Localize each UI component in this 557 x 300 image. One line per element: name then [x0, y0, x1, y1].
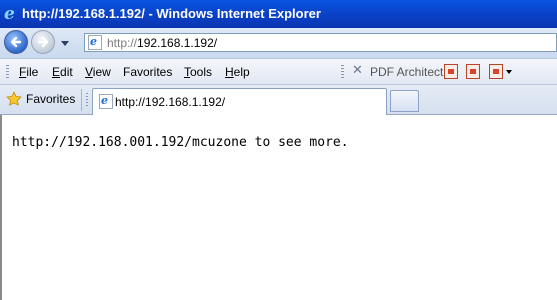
page-message: http://192.168.001.192/mcuzone to see mo…: [12, 135, 349, 150]
menu-edit[interactable]: Edit: [52, 65, 73, 79]
url-host: 192.168.1.192/: [137, 36, 218, 50]
pdf-options-dropdown-icon[interactable]: [506, 70, 512, 74]
tab-active[interactable]: e http://192.168.1.192/: [92, 88, 387, 115]
favorites-star-icon[interactable]: [6, 91, 22, 107]
new-tab-button[interactable]: [390, 90, 419, 112]
page-content: http://192.168.001.192/mcuzone to see mo…: [0, 115, 557, 300]
toolbar-grip[interactable]: [86, 93, 88, 107]
menu-view[interactable]: View: [85, 65, 111, 79]
favorites-button[interactable]: Favorites: [26, 92, 75, 106]
menu-bar: File Edit View Favorites Tools Help ✕ PD…: [0, 58, 557, 85]
address-url[interactable]: http://192.168.1.192/: [107, 36, 217, 50]
title-bar[interactable]: e http://192.168.1.192/ - Windows Intern…: [0, 0, 557, 28]
ie-logo-icon: e: [4, 4, 15, 24]
forward-button[interactable]: [31, 30, 55, 54]
menu-help[interactable]: Help: [225, 65, 250, 79]
pdf-convert-icon[interactable]: [444, 64, 458, 79]
menu-tools[interactable]: Tools: [184, 65, 212, 79]
back-arrow-icon: [10, 36, 22, 48]
pdf-architect-label[interactable]: PDF Architect: [370, 65, 443, 79]
tab-label: http://192.168.1.192/: [115, 95, 226, 109]
close-icon[interactable]: ✕: [352, 63, 363, 78]
page-icon: e: [88, 35, 102, 50]
recent-pages-dropdown-icon[interactable]: [60, 38, 70, 48]
back-button[interactable]: [4, 30, 28, 54]
pdf-merge-icon[interactable]: [466, 64, 480, 79]
pdf-edit-icon[interactable]: [489, 64, 503, 79]
menu-favorites[interactable]: Favorites: [123, 65, 172, 79]
menu-file[interactable]: File: [19, 65, 38, 79]
separator: [81, 89, 82, 111]
window-title: http://192.168.1.192/ - Windows Internet…: [22, 6, 321, 21]
navigation-bar: e http://192.168.1.192/: [0, 28, 557, 58]
url-protocol: http://: [107, 36, 138, 50]
toolbar-grip[interactable]: [6, 65, 9, 79]
page-icon: e: [99, 94, 113, 109]
forward-arrow-icon: [37, 36, 49, 48]
toolbar-grip[interactable]: [341, 65, 344, 79]
tab-bar: Favorites e http://192.168.1.192/: [0, 85, 557, 115]
address-bar[interactable]: e http://192.168.1.192/: [84, 33, 557, 52]
